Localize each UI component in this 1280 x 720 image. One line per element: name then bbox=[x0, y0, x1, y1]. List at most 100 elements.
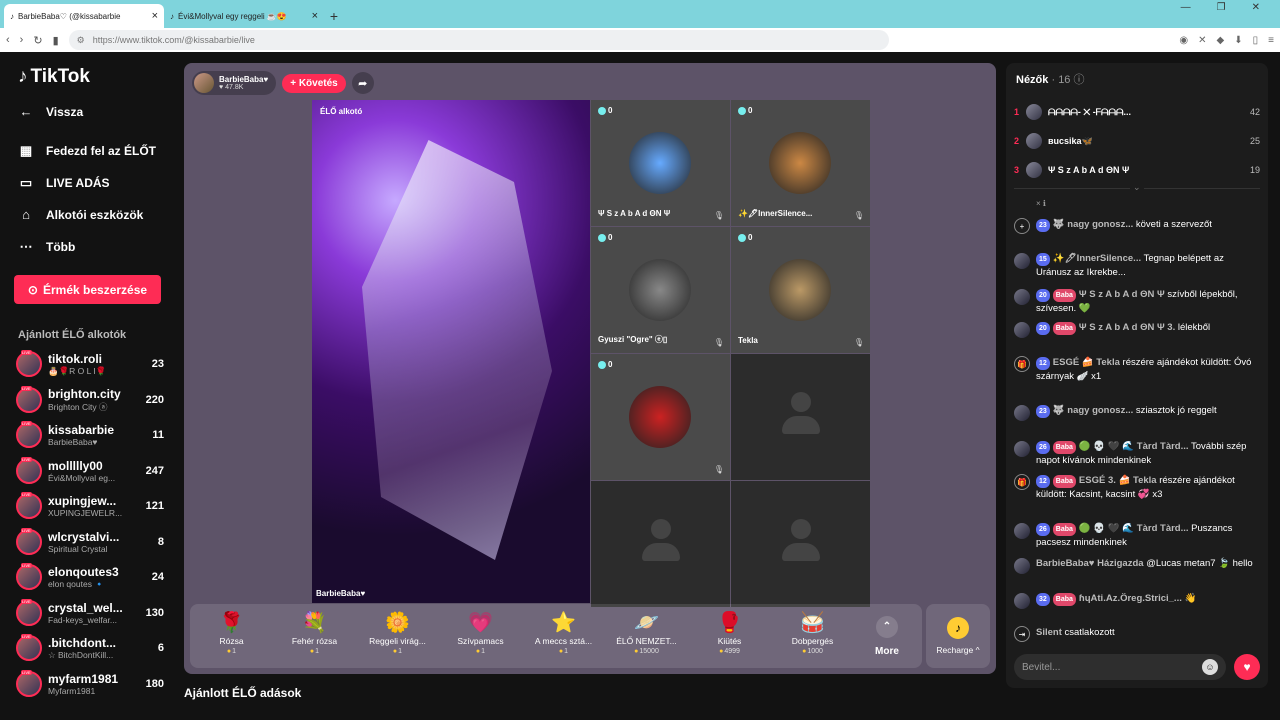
guest-tile[interactable]: 0 🎙 bbox=[591, 354, 730, 480]
chevron-down-icon[interactable]: ⌄ bbox=[1130, 182, 1144, 193]
message-author[interactable]: ESGÉ 🍰 Tekla bbox=[1053, 357, 1120, 368]
guest-tile[interactable]: 0 Ψ S z A b A d ΘN Ψ 🎙 bbox=[591, 100, 730, 226]
empty-guest-slot[interactable] bbox=[731, 354, 870, 480]
top-viewer-row[interactable]: 2 вucsika🦋 25 bbox=[1014, 130, 1260, 152]
top-viewer-row[interactable]: 1 ᗩᗩᗩᗩ- ✕ -ᖴᗩᗩᗩ... 42 bbox=[1014, 101, 1260, 123]
share-icon[interactable]: ➦ bbox=[351, 72, 374, 94]
sidebar-toggle-icon[interactable]: ▯ bbox=[1253, 35, 1259, 46]
creator-item[interactable]: tiktok.roli🎂🌹R O L I🌹23 bbox=[16, 348, 164, 380]
chat-message[interactable]: +23 🐺 nagy gonosz... követi a szervezőt bbox=[1014, 218, 1260, 234]
host-info[interactable]: BarbieBaba♥ ♥ 47.8K bbox=[192, 71, 277, 95]
close-window-icon[interactable]: ✕ bbox=[1252, 2, 1260, 13]
restore-icon[interactable]: ❐ bbox=[1217, 2, 1226, 13]
message-author[interactable]: Ψ S z A b A d ΘN Ψ 3. bbox=[1079, 322, 1175, 333]
avatar[interactable] bbox=[16, 492, 42, 519]
viewers-header[interactable]: Nézők · 16 ⓘ bbox=[1016, 71, 1085, 87]
gift-item[interactable]: 🥊 Kiütés ●4999 bbox=[688, 604, 771, 668]
extension-icon[interactable]: ✕ bbox=[1198, 35, 1206, 46]
creator-item[interactable]: .bitchdont...☆ BitchDontKill...6 bbox=[16, 632, 164, 664]
back-arrow-icon[interactable]: ‹ bbox=[6, 34, 10, 46]
gift-item[interactable]: 💐 Fehér rózsa ●1 bbox=[273, 604, 356, 668]
new-tab-button[interactable]: + bbox=[324, 4, 344, 28]
minimize-icon[interactable]: — bbox=[1181, 2, 1191, 13]
avatar[interactable] bbox=[16, 563, 42, 590]
get-coins-button[interactable]: ⊙ Érmék beszerzése bbox=[14, 275, 161, 304]
guest-tile[interactable]: 0 Gyuszi "Ogre" ⓔ▯ 🎙 bbox=[591, 227, 730, 353]
creator-item[interactable]: myfarm1981Myfarm1981180 bbox=[16, 668, 164, 700]
avatar[interactable] bbox=[1014, 322, 1030, 338]
avatar[interactable] bbox=[1014, 558, 1030, 574]
site-info-icon[interactable]: ⚙ bbox=[77, 35, 85, 46]
forward-arrow-icon[interactable]: › bbox=[20, 34, 24, 46]
more-gifts-button[interactable]: ⌃ More bbox=[854, 604, 920, 668]
download-icon[interactable]: ⬇ bbox=[1234, 35, 1242, 46]
avatar[interactable] bbox=[16, 385, 42, 413]
url-field[interactable]: ⚙ https://www.tiktok.com/@kissabarbie/liv… bbox=[68, 30, 889, 50]
chat-message[interactable]: 32 Baba ɦɥAti.Az.Öreg.Strici_... 👋 bbox=[1014, 592, 1260, 609]
creator-item[interactable]: mollllly00Évi&Mollyval eg...247 bbox=[16, 455, 164, 487]
message-author[interactable]: ESGÉ 3. 🍰 Tekla bbox=[1079, 475, 1157, 486]
avatar[interactable] bbox=[1014, 523, 1030, 539]
avatar[interactable] bbox=[16, 669, 42, 697]
gift-item[interactable]: ⭐ A meccs sztá... ●1 bbox=[522, 604, 605, 668]
message-author[interactable]: 🟢 💀 🖤 🌊 Tàrd Tàrd... bbox=[1079, 441, 1189, 452]
avatar[interactable] bbox=[16, 456, 42, 484]
chat-message[interactable]: 20 Baba Ψ S z A b A d ΘN Ψ 3. lélekből bbox=[1014, 321, 1260, 338]
browser-tab-active[interactable]: ♪ BarbieBaba♡ (@kissabarbie × bbox=[4, 4, 164, 28]
chat-message[interactable]: 23 🐺 nagy gonosz... sziasztok jó reggelt bbox=[1014, 404, 1260, 421]
back-link[interactable]: ← Vissza bbox=[18, 104, 84, 119]
nav-creator-tools[interactable]: ⌂ Alkotói eszközök bbox=[18, 207, 143, 222]
creator-item[interactable]: crystal_wel...Fad-keys_welfar...130 bbox=[16, 597, 164, 629]
empty-guest-slot[interactable] bbox=[731, 481, 870, 607]
gift-item[interactable]: 🥁 Dobpergés ●1000 bbox=[771, 604, 854, 668]
creator-item[interactable]: xupingjew...XUPINGJEWELR...121 bbox=[16, 490, 164, 522]
message-author[interactable]: 🐺 nagy gonosz... bbox=[1053, 405, 1133, 416]
avatar[interactable] bbox=[194, 73, 214, 93]
creator-item[interactable]: elonqoutes3elon qoutes 🔹24 bbox=[16, 561, 164, 593]
message-author[interactable]: 🐺 nagy gonosz... bbox=[1053, 219, 1133, 230]
avatar[interactable] bbox=[16, 350, 42, 377]
chat-message[interactable]: 🎁 12 Baba ESGÉ 3. 🍰 Tekla részére ajándékot… bbox=[1014, 474, 1260, 501]
like-heart-button[interactable]: ♥ bbox=[1234, 654, 1260, 680]
chat-message[interactable]: 🎁 12 ESGÉ 🍰 Tekla részére ajándékot küldöt… bbox=[1014, 356, 1260, 383]
guest-tile[interactable]: 0 Tekla 🎙 bbox=[731, 227, 870, 353]
avatar[interactable] bbox=[16, 598, 42, 626]
empty-guest-slot[interactable] bbox=[591, 481, 730, 607]
message-author[interactable]: Ψ S z A b A d ΘN Ψ bbox=[1079, 289, 1165, 300]
chat-message[interactable]: 26 Baba 🟢 💀 🖤 🌊 Tàrd Tàrd... További szép … bbox=[1014, 440, 1260, 467]
creator-item[interactable]: brighton.cityBrighton City ⓐ220 bbox=[16, 384, 164, 416]
host-video[interactable]: ÉLŐ alkotó BarbieBaba♥ bbox=[312, 100, 590, 603]
message-author[interactable]: BarbieBaba♥ Házigazda bbox=[1036, 558, 1144, 569]
chat-message[interactable]: 20 Baba Ψ S z A b A d ΘN Ψ szívből lépekbő… bbox=[1014, 288, 1260, 315]
message-author[interactable]: ɦɥAti.Az.Öreg.Strici_... bbox=[1079, 593, 1182, 604]
extension-icon[interactable]: ◆ bbox=[1217, 35, 1225, 46]
close-tab-icon[interactable]: × bbox=[312, 10, 318, 22]
nav-live-broadcast[interactable]: ▭ LIVE ADÁS bbox=[18, 175, 110, 191]
menu-icon[interactable]: ≡ bbox=[1268, 35, 1274, 46]
guest-tile[interactable]: 0 ✨🖊InnerSilence... 🎙 bbox=[731, 100, 870, 226]
emoji-icon[interactable]: ☺ bbox=[1202, 659, 1218, 675]
avatar[interactable] bbox=[16, 634, 42, 661]
chat-message[interactable]: ⇥ Silent csatlakozott bbox=[1014, 626, 1260, 642]
browser-tab[interactable]: ♪ Évi&Mollyval egy reggeli ☕😍 × bbox=[164, 4, 324, 28]
top-viewer-row[interactable]: 3 Ψ S z A b A d ΘN Ψ 19 bbox=[1014, 159, 1260, 181]
gift-item[interactable]: 🌹 Rózsa ●1 bbox=[190, 604, 273, 668]
nav-more[interactable]: ⋯ Több bbox=[18, 239, 76, 255]
avatar[interactable] bbox=[16, 527, 42, 555]
creator-item[interactable]: kissabarbieBarbieBaba♥ 11 bbox=[16, 419, 164, 451]
creator-item[interactable]: wlcrystalvi...Spiritual Crystal8 bbox=[16, 526, 164, 558]
avatar[interactable] bbox=[1014, 441, 1030, 457]
message-author[interactable]: ✨🖊InnerSilence... bbox=[1053, 253, 1141, 264]
close-tab-icon[interactable]: × bbox=[152, 10, 158, 22]
recharge-button[interactable]: ♪ Recharge ^ bbox=[926, 604, 990, 668]
gift-item[interactable]: 🌼 Reggeli virág... ●1 bbox=[356, 604, 439, 668]
chat-message[interactable]: 15 ✨🖊InnerSilence... Tegnap belépett az U… bbox=[1014, 252, 1260, 279]
avatar[interactable] bbox=[1014, 253, 1030, 269]
bookmark-icon[interactable]: ▮ bbox=[53, 34, 59, 47]
message-author[interactable]: Silent bbox=[1036, 627, 1062, 638]
message-author[interactable]: 🟢 💀 🖤 🌊 Tàrd Tàrd... bbox=[1079, 523, 1189, 534]
avatar[interactable] bbox=[16, 421, 42, 448]
chat-message[interactable]: 26 Baba 🟢 💀 🖤 🌊 Tàrd Tàrd... Puszancs pacs… bbox=[1014, 522, 1260, 549]
nav-explore-live[interactable]: ▦ Fedezd fel az ÉLŐT bbox=[18, 143, 156, 159]
chat-input[interactable]: Bevitel... ☺ bbox=[1014, 654, 1226, 680]
